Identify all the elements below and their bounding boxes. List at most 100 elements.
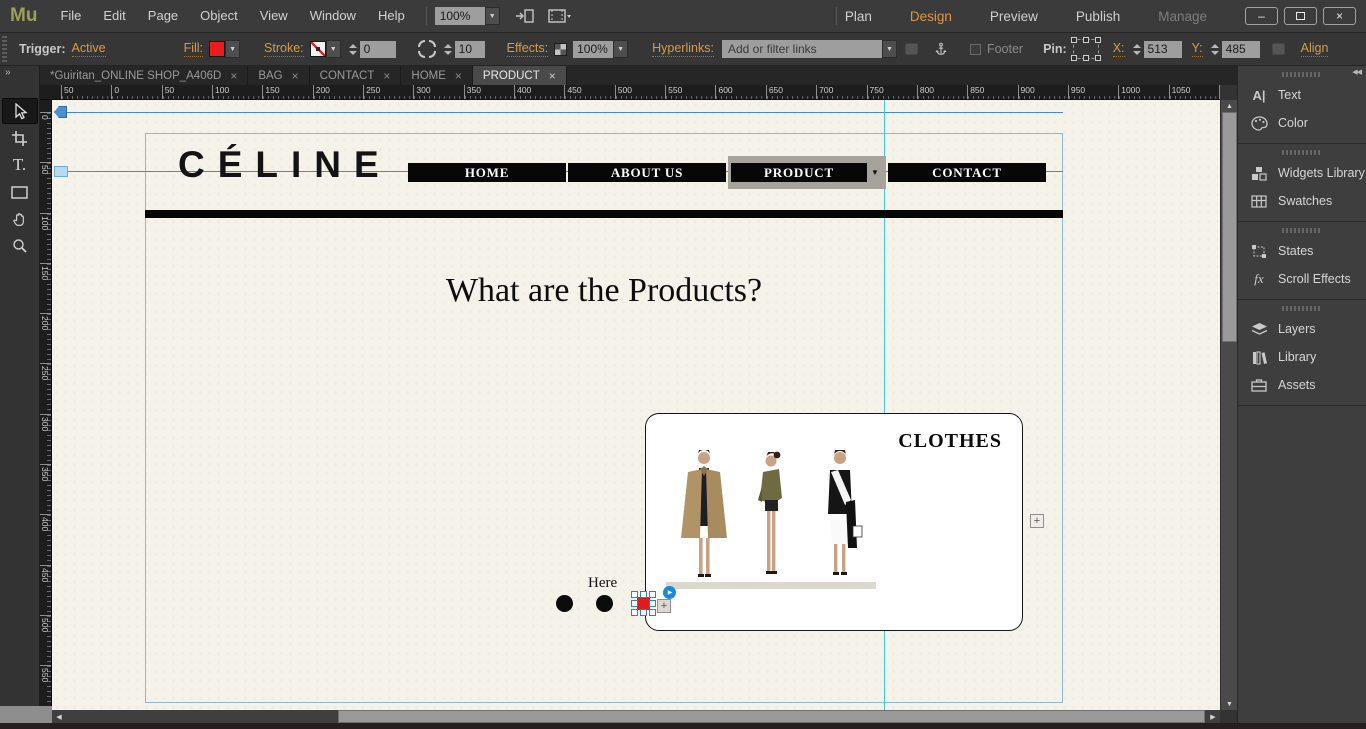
- bullet-dot[interactable]: [556, 595, 573, 612]
- scroll-left-arrow[interactable]: ◀: [52, 710, 66, 723]
- zoom-control[interactable]: 100% ▼: [434, 7, 500, 25]
- menu-item[interactable]: Edit: [94, 3, 134, 28]
- zoom-value[interactable]: 100%: [434, 7, 485, 25]
- clothes-models-image[interactable]: [658, 442, 888, 602]
- tab-site-plan[interactable]: *Guiritan_ONLINE SHOP_A406D ×: [40, 66, 249, 85]
- add-content-icon[interactable]: +: [657, 599, 671, 613]
- panel-grip[interactable]: [2, 36, 7, 62]
- selection-handle-n[interactable]: [640, 591, 647, 598]
- zoom-dropdown-button[interactable]: ▼: [484, 7, 500, 25]
- selection-handle-sw[interactable]: [631, 609, 638, 616]
- horizontal-scroll-thumb[interactable]: [338, 710, 1205, 723]
- minimize-window-button[interactable]: –: [1245, 7, 1278, 25]
- expand-panel-icon[interactable]: »: [0, 66, 39, 79]
- selection-handle-se[interactable]: [649, 609, 656, 616]
- y-coordinate-label[interactable]: Y:: [1191, 41, 1203, 57]
- nav-product-button-selected[interactable]: PRODUCT ▼: [728, 156, 886, 189]
- panel-grip[interactable]: [1282, 306, 1322, 311]
- panel-grip[interactable]: [1282, 72, 1322, 77]
- add-content-icon[interactable]: +: [1030, 514, 1044, 528]
- selection-handle-ne[interactable]: [649, 591, 656, 598]
- fill-color-swatch[interactable]: [209, 41, 226, 57]
- scroll-up-arrow[interactable]: ▲: [1221, 100, 1238, 112]
- menu-item[interactable]: Window: [301, 3, 365, 28]
- celine-brand-logo[interactable]: CÉLINE: [178, 144, 392, 186]
- selection-handle-s[interactable]: [640, 609, 647, 616]
- align-link[interactable]: Align: [1300, 41, 1329, 57]
- panel-item-states[interactable]: States: [1238, 237, 1366, 265]
- play-badge-icon[interactable]: ▶: [663, 586, 676, 599]
- horizontal-scrollbar[interactable]: ◀ ▶: [52, 710, 1220, 723]
- clothes-card[interactable]: CLOTHES: [645, 413, 1023, 631]
- footer-checkbox[interactable]: [969, 43, 981, 55]
- pin-position-widget[interactable]: [1070, 37, 1101, 61]
- panel-item-text[interactable]: A| Text: [1238, 81, 1366, 109]
- x-coordinate-label[interactable]: X:: [1112, 41, 1125, 57]
- hyperlinks-dropdown-button[interactable]: ▼: [881, 40, 897, 58]
- rectangle-tool[interactable]: [2, 179, 38, 205]
- close-icon[interactable]: ×: [549, 69, 556, 83]
- tab-home[interactable]: HOME ×: [401, 66, 473, 85]
- close-icon[interactable]: ×: [383, 69, 390, 83]
- mode-preview[interactable]: Preview: [990, 9, 1038, 24]
- selection-handle-w[interactable]: [631, 600, 638, 607]
- horizontal-guide[interactable]: [60, 112, 1063, 113]
- panel-item-library[interactable]: Library: [1238, 343, 1366, 371]
- zoom-tool[interactable]: [2, 233, 38, 259]
- vertical-scroll-thumb[interactable]: [1222, 112, 1237, 342]
- screen-mode-icon[interactable]: [548, 8, 572, 24]
- panel-grip[interactable]: [1282, 228, 1322, 233]
- hand-tool[interactable]: [2, 206, 38, 232]
- nav-about-button[interactable]: ABOUT US: [568, 163, 726, 182]
- collapse-panel-icon[interactable]: ◀◀: [1352, 68, 1362, 76]
- close-icon[interactable]: ×: [292, 69, 299, 83]
- mode-plan[interactable]: Plan: [845, 9, 872, 24]
- stroke-label[interactable]: Stroke:: [264, 41, 304, 57]
- tab-product[interactable]: PRODUCT ×: [472, 66, 567, 85]
- panel-item-layers[interactable]: Layers: [1238, 315, 1366, 343]
- scroll-down-arrow[interactable]: ▼: [1221, 698, 1238, 710]
- hyperlinks-combo[interactable]: Add or filter links ▼: [721, 40, 897, 58]
- opacity-dropdown-button[interactable]: ▼: [613, 40, 629, 58]
- panel-item-widgets-library[interactable]: Widgets Library: [1238, 159, 1366, 187]
- nav-contact-button[interactable]: CONTACT: [888, 163, 1046, 182]
- nav-product-button[interactable]: PRODUCT: [731, 163, 867, 182]
- fill-label[interactable]: Fill:: [183, 41, 204, 57]
- guide-handle[interactable]: [54, 106, 67, 118]
- menu-item[interactable]: View: [251, 3, 297, 28]
- panel-grip[interactable]: [1282, 150, 1322, 155]
- x-coordinate-input[interactable]: [1143, 40, 1182, 58]
- vertical-scrollbar[interactable]: ▲ ▼: [1220, 100, 1237, 710]
- restore-window-button[interactable]: [1284, 7, 1317, 25]
- tab-contact[interactable]: CONTACT ×: [310, 66, 402, 85]
- menu-item[interactable]: Help: [369, 3, 414, 28]
- hyperlinks-label[interactable]: Hyperlinks:: [652, 41, 714, 57]
- panel-item-scroll-effects[interactable]: fx Scroll Effects: [1238, 265, 1366, 293]
- corner-radius-input[interactable]: [454, 40, 485, 58]
- x-stepper[interactable]: [1132, 43, 1141, 55]
- anchor-icon[interactable]: [934, 41, 948, 57]
- close-window-button[interactable]: ×: [1323, 7, 1356, 25]
- page-heading[interactable]: What are the Products?: [145, 272, 1063, 310]
- mode-design[interactable]: Design: [910, 9, 952, 24]
- opacity-input[interactable]: [573, 40, 614, 58]
- fit-page-icon[interactable]: [514, 8, 534, 24]
- close-icon[interactable]: ×: [230, 69, 237, 83]
- nav-home-button[interactable]: HOME: [408, 163, 566, 182]
- stroke-weight-stepper[interactable]: [348, 43, 357, 55]
- panel-item-swatches[interactable]: Swatches: [1238, 187, 1366, 215]
- tab-bag[interactable]: BAG ×: [248, 66, 310, 85]
- page-divider-bar[interactable]: [145, 210, 1063, 218]
- panel-item-color[interactable]: Color: [1238, 109, 1366, 137]
- bullet-dot[interactable]: [596, 595, 613, 612]
- selection-tool[interactable]: [1, 98, 38, 124]
- scroll-right-arrow[interactable]: ▶: [1206, 710, 1220, 723]
- close-icon[interactable]: ×: [455, 69, 462, 83]
- menu-item[interactable]: Object: [191, 3, 247, 28]
- corner-radius-stepper[interactable]: [443, 43, 452, 55]
- mode-publish[interactable]: Publish: [1076, 9, 1120, 24]
- here-label[interactable]: Here: [588, 575, 617, 592]
- effects-icon[interactable]: [554, 42, 568, 56]
- trigger-value-link[interactable]: Active: [71, 41, 106, 57]
- y-stepper[interactable]: [1210, 43, 1219, 55]
